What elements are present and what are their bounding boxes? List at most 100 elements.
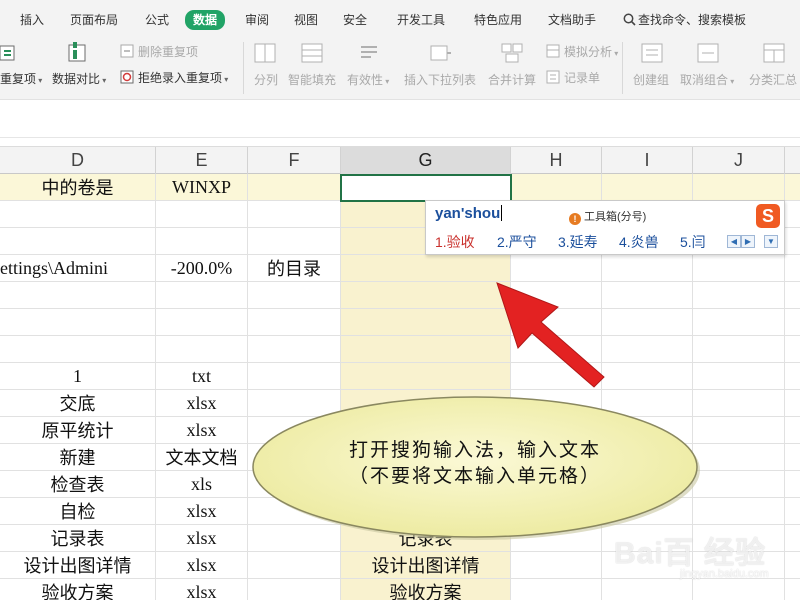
reject-duplicates-button[interactable]: 拒绝录入重复项 ▾ <box>138 70 228 88</box>
tab-page-layout[interactable]: 页面布局 <box>70 11 118 29</box>
cell-j[interactable] <box>693 579 785 600</box>
active-cell-g[interactable] <box>340 174 512 202</box>
tab-formula[interactable]: 公式 <box>145 11 169 29</box>
cell-h[interactable] <box>511 579 602 600</box>
create-group-button[interactable]: 创建组 <box>633 72 669 88</box>
cell-d[interactable] <box>0 201 156 227</box>
cell-i[interactable] <box>602 174 693 200</box>
search-command-box[interactable]: 查找命令、搜索模板 <box>623 11 746 29</box>
page-prev-icon[interactable]: ◀ <box>727 235 741 248</box>
cell-i[interactable] <box>602 363 693 389</box>
cell-d[interactable]: 交底 <box>0 390 156 416</box>
cell-e[interactable] <box>156 201 248 227</box>
ime-candidate[interactable]: 4.炎兽 <box>619 232 659 252</box>
cell-h[interactable] <box>511 255 602 281</box>
cell-d[interactable]: 记录表 <box>0 525 156 551</box>
cell-j[interactable] <box>693 309 785 335</box>
cell-g[interactable] <box>341 336 511 362</box>
record-form-button[interactable]: 记录单 <box>564 70 600 86</box>
cell-h[interactable] <box>511 336 602 362</box>
cell-f[interactable] <box>248 282 341 308</box>
cell-j[interactable] <box>693 417 785 443</box>
insert-dropdown-button[interactable]: 插入下拉列表 <box>404 72 476 88</box>
cell-i[interactable] <box>602 579 693 600</box>
expand-down-icon[interactable]: ▼ <box>764 235 778 248</box>
cell-f[interactable] <box>248 201 341 227</box>
tab-security[interactable]: 安全 <box>343 11 367 29</box>
subtotal-button[interactable]: 分类汇总 <box>749 72 797 88</box>
column-header-h[interactable]: H <box>511 147 602 174</box>
merge-calc-button[interactable]: 合并计算 <box>488 72 536 88</box>
split-columns-button[interactable]: 分列 <box>254 72 278 88</box>
column-header-j[interactable]: J <box>693 147 785 174</box>
ime-toolbox-button[interactable]: ! 工具箱(分号) <box>569 208 646 225</box>
cell-g[interactable] <box>341 282 511 308</box>
column-header-e[interactable]: E <box>156 147 248 174</box>
cell-f[interactable] <box>248 336 341 362</box>
cell-h[interactable] <box>511 363 602 389</box>
cell-j[interactable] <box>693 444 785 470</box>
cell-e[interactable]: txt <box>156 363 248 389</box>
cell-e[interactable] <box>156 336 248 362</box>
cell-h[interactable] <box>511 174 602 200</box>
cell-e[interactable]: xlsx <box>156 390 248 416</box>
cell-g[interactable] <box>341 309 511 335</box>
cell-j[interactable] <box>693 282 785 308</box>
cell-i[interactable] <box>602 255 693 281</box>
cell-j[interactable] <box>693 363 785 389</box>
column-header-i[interactable]: I <box>602 147 693 174</box>
tab-review[interactable]: 审阅 <box>245 11 269 29</box>
cell-e[interactable]: xlsx <box>156 417 248 443</box>
smart-fill-button[interactable]: 智能填充 <box>288 72 336 88</box>
tab-special-apps[interactable]: 特色应用 <box>474 11 522 29</box>
cell-f[interactable] <box>248 309 341 335</box>
tab-insert[interactable]: 插入 <box>20 11 44 29</box>
cell-i[interactable] <box>602 282 693 308</box>
ime-candidate[interactable]: 5.闫 <box>680 232 706 252</box>
cell-j[interactable] <box>693 255 785 281</box>
column-header-d[interactable]: D <box>0 147 156 174</box>
tab-doc-assistant[interactable]: 文档助手 <box>548 11 596 29</box>
cell-d[interactable]: 1 <box>0 363 156 389</box>
cell-j[interactable] <box>693 471 785 497</box>
cell-f[interactable] <box>248 228 341 254</box>
ime-candidate[interactable]: 1.验收 <box>435 232 475 252</box>
page-next-icon[interactable]: ▶ <box>741 235 755 248</box>
validity-button[interactable]: 有效性 ▾ <box>347 72 389 90</box>
cell-d[interactable] <box>0 282 156 308</box>
cell-i[interactable] <box>602 336 693 362</box>
cell-f[interactable] <box>248 363 341 389</box>
cell-j[interactable] <box>693 174 785 200</box>
cell-e[interactable] <box>156 282 248 308</box>
tab-data[interactable]: 数据 <box>185 10 226 30</box>
cell-e[interactable]: WINXP <box>156 174 248 200</box>
cell-d[interactable]: 新建 <box>0 444 156 470</box>
cell-e[interactable]: -200.0% <box>156 255 248 281</box>
cell-d[interactable]: 设计出图详情 <box>0 552 156 578</box>
cell-e[interactable]: xlsx <box>156 525 248 551</box>
tab-view[interactable]: 视图 <box>294 11 318 29</box>
cell-g[interactable] <box>341 255 511 281</box>
cell-h[interactable] <box>511 309 602 335</box>
cell-d[interactable] <box>0 228 156 254</box>
cell-e[interactable]: xls <box>156 471 248 497</box>
tab-developer-tools[interactable]: 开发工具 <box>397 11 445 29</box>
ungroup-button[interactable]: 取消组合 ▾ <box>680 72 734 90</box>
cell-f[interactable] <box>248 552 341 578</box>
cell-d[interactable]: 检查表 <box>0 471 156 497</box>
cell-e[interactable]: xlsx <box>156 498 248 524</box>
cell-f[interactable] <box>248 174 341 200</box>
cell-d[interactable]: 验收方案 <box>0 579 156 600</box>
cell-g[interactable]: 验收方案 <box>341 579 511 600</box>
cell-f[interactable]: 的目录 <box>248 255 341 281</box>
cell-i[interactable] <box>602 309 693 335</box>
column-header-f[interactable]: F <box>248 147 341 174</box>
remove-duplicates-button[interactable]: 删除重复项 <box>138 44 198 60</box>
ime-candidate[interactable]: 2.严守 <box>497 232 537 252</box>
ime-candidate[interactable]: 3.延寿 <box>558 232 598 252</box>
cell-e[interactable] <box>156 309 248 335</box>
cell-j[interactable] <box>693 336 785 362</box>
cell-d[interactable]: 中的卷是 <box>0 174 156 200</box>
cell-e[interactable]: xlsx <box>156 552 248 578</box>
cell-e[interactable]: 文本文档 <box>156 444 248 470</box>
